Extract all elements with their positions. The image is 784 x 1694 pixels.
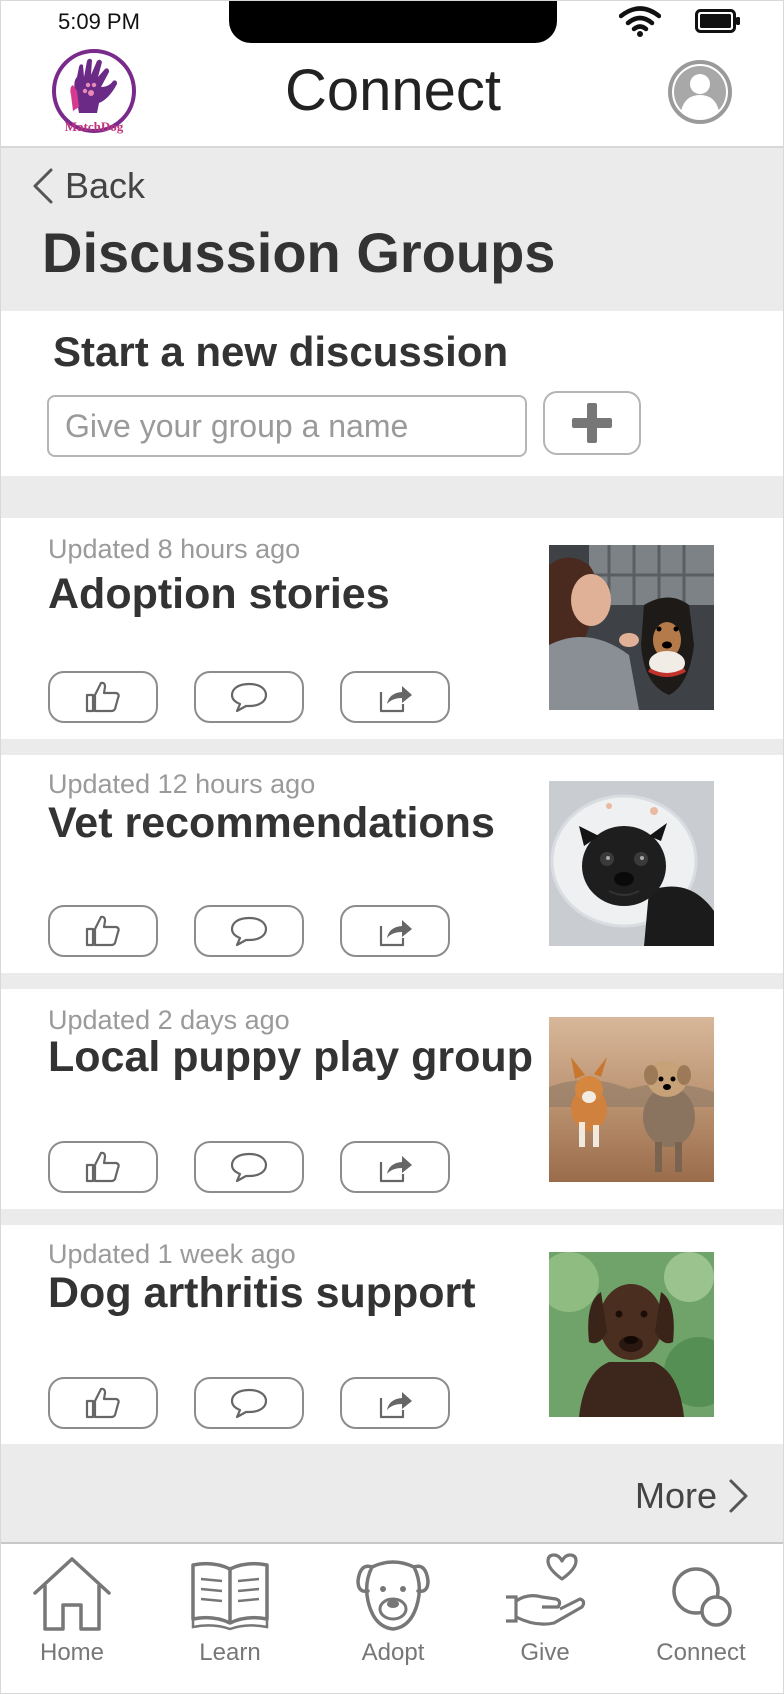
like-button[interactable] bbox=[48, 1141, 158, 1193]
back-label: Back bbox=[65, 165, 146, 206]
tab-label: Give bbox=[520, 1639, 570, 1666]
add-group-button[interactable] bbox=[543, 391, 641, 455]
group-updated-time: Updated 12 hours ago bbox=[48, 769, 316, 799]
group-updated-time: Updated 1 week ago bbox=[48, 1239, 296, 1269]
pug-with-cone-photo bbox=[549, 781, 714, 946]
comment-button[interactable] bbox=[194, 905, 304, 957]
section-gap bbox=[1, 476, 783, 518]
share-arrow-icon bbox=[379, 1156, 412, 1183]
tabbar-divider bbox=[1, 1542, 783, 1544]
thumbs-up-icon bbox=[85, 915, 120, 947]
like-button[interactable] bbox=[48, 671, 158, 723]
more-label: More bbox=[634, 1475, 717, 1516]
tab-give[interactable]: Give bbox=[475, 1553, 615, 1683]
open-book-icon bbox=[191, 1561, 269, 1631]
more-button[interactable]: More bbox=[635, 1475, 749, 1517]
group-name[interactable]: Dog arthritis support bbox=[48, 1269, 476, 1318]
group-card[interactable]: Updated 12 hours ago Vet recommendations bbox=[1, 755, 783, 973]
back-button[interactable]: Back bbox=[31, 165, 145, 207]
group-card[interactable]: Updated 2 days ago Local puppy play grou… bbox=[1, 989, 783, 1209]
group-card[interactable]: Updated 8 hours ago Adoption stories bbox=[1, 518, 783, 739]
group-name[interactable]: Local puppy play group bbox=[48, 1033, 533, 1082]
comment-button[interactable] bbox=[194, 1141, 304, 1193]
device-notch bbox=[229, 1, 557, 43]
speech-bubble-icon bbox=[230, 1388, 268, 1419]
status-time: 5:09 PM bbox=[58, 9, 140, 34]
tab-label: Learn bbox=[199, 1639, 261, 1666]
share-arrow-icon bbox=[379, 686, 412, 713]
group-thumbnail bbox=[549, 781, 714, 946]
card-separator bbox=[1, 739, 783, 755]
woman-with-dog-photo bbox=[549, 545, 714, 710]
group-thumbnail bbox=[549, 545, 714, 710]
group-name[interactable]: Adoption stories bbox=[48, 570, 390, 619]
group-thumbnail bbox=[549, 1017, 714, 1182]
like-button[interactable] bbox=[48, 1377, 158, 1429]
chocolate-labrador-photo bbox=[549, 1252, 714, 1417]
phone-screen: 5:09 PM MatchDog Connect Back Discussion… bbox=[0, 0, 784, 1694]
share-button[interactable] bbox=[340, 1377, 450, 1429]
hand-heart-icon bbox=[506, 1553, 586, 1626]
card-separator bbox=[1, 973, 783, 989]
share-arrow-icon bbox=[379, 1392, 412, 1419]
group-updated-time: Updated 2 days ago bbox=[48, 1005, 290, 1035]
speech-bubble-icon bbox=[230, 1152, 268, 1183]
tab-label: Adopt bbox=[361, 1639, 425, 1666]
group-name[interactable]: Vet recommendations bbox=[48, 799, 495, 848]
plus-icon bbox=[572, 403, 612, 443]
speech-bubble-icon bbox=[230, 916, 268, 947]
share-arrow-icon bbox=[379, 920, 412, 947]
profile-avatar-icon[interactable] bbox=[667, 59, 733, 125]
group-name-input[interactable] bbox=[47, 395, 527, 457]
group-updated-time: Updated 8 hours ago bbox=[48, 534, 301, 564]
chevron-right-icon bbox=[729, 1479, 748, 1513]
connect-circles-icon bbox=[672, 1567, 732, 1627]
house-icon bbox=[33, 1557, 111, 1631]
battery-icon bbox=[695, 9, 740, 33]
tab-label: Home bbox=[39, 1639, 105, 1666]
thumbs-up-icon bbox=[85, 1151, 120, 1183]
share-button[interactable] bbox=[340, 671, 450, 723]
share-button[interactable] bbox=[340, 1141, 450, 1193]
tab-label: Connect bbox=[656, 1639, 746, 1666]
tab-adopt[interactable]: Adopt bbox=[323, 1553, 463, 1683]
chevron-left-icon bbox=[33, 168, 53, 204]
group-thumbnail bbox=[549, 1252, 714, 1417]
comment-button[interactable] bbox=[194, 671, 304, 723]
group-card[interactable]: Updated 1 week ago Dog arthritis support bbox=[1, 1225, 783, 1444]
thumbs-up-icon bbox=[85, 1387, 120, 1419]
tab-home[interactable]: Home bbox=[2, 1553, 142, 1683]
share-button[interactable] bbox=[340, 905, 450, 957]
speech-bubble-icon bbox=[230, 682, 268, 713]
like-button[interactable] bbox=[48, 905, 158, 957]
tab-learn[interactable]: Learn bbox=[160, 1553, 300, 1683]
tab-connect[interactable]: Connect bbox=[631, 1553, 771, 1683]
new-discussion-title: Start a new discussion bbox=[53, 328, 509, 375]
wifi-icon bbox=[619, 6, 661, 37]
dog-face-icon bbox=[356, 1560, 430, 1631]
card-separator bbox=[1, 1209, 783, 1225]
thumbs-up-icon bbox=[85, 681, 120, 713]
corgi-and-terrier-photo bbox=[549, 1017, 714, 1182]
page-title: Discussion Groups bbox=[42, 221, 556, 284]
comment-button[interactable] bbox=[194, 1377, 304, 1429]
